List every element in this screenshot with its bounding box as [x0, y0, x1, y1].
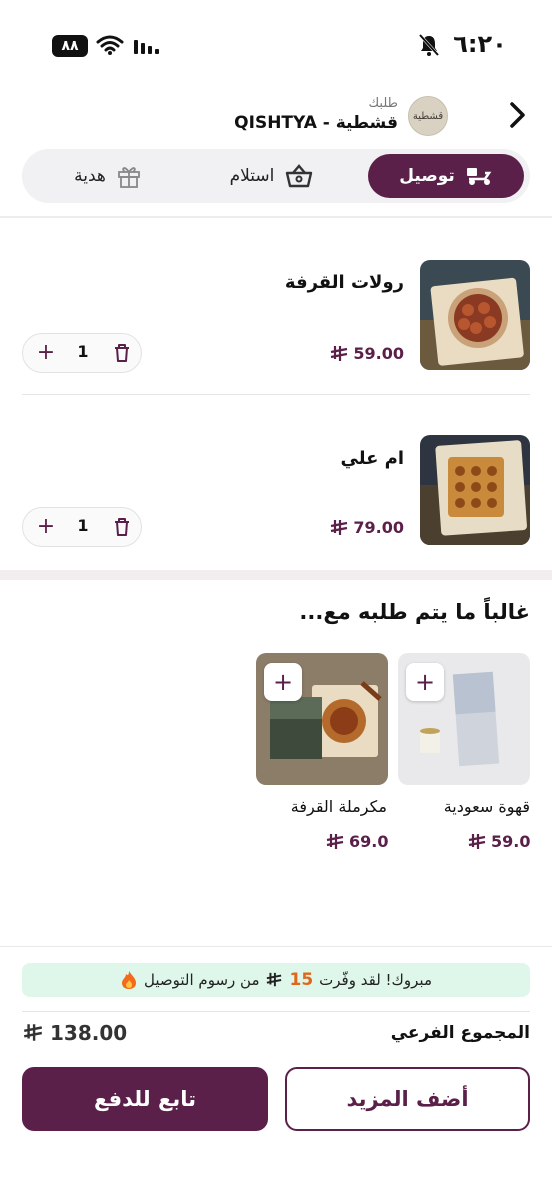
tab-pickup-label: استلام [229, 166, 275, 186]
subtotal-value: 138.00 [22, 1021, 127, 1045]
suggestion-price-value: 69.0 [349, 832, 389, 851]
suggestion-card[interactable]: + [398, 653, 530, 785]
riyal-icon [267, 972, 282, 987]
promo-suffix: من رسوم التوصيل [144, 971, 260, 989]
promo-prefix: مبروك! لقد وفّرت [319, 971, 432, 989]
increment-button[interactable]: + [33, 514, 59, 540]
clock: ٦:٢٠ [453, 30, 507, 58]
footer-divider [22, 1011, 530, 1012]
battery-indicator: ٨٨ [52, 35, 88, 57]
item-price-value: 59.00 [353, 344, 404, 363]
tab-pickup[interactable]: استلام [212, 154, 332, 198]
quantity-stepper: + 1 [22, 507, 142, 547]
tab-gift[interactable]: هدية [48, 154, 168, 198]
item-divider [22, 394, 530, 395]
delivery-mode-tabs: توصيل استلام هدية [22, 149, 530, 203]
trash-icon[interactable] [111, 342, 133, 364]
tab-gift-label: هدية [74, 166, 106, 186]
gift-icon [117, 167, 140, 188]
item-title: رولات القرفة [284, 272, 404, 293]
suggestion-name: قهوة سعودية [443, 797, 530, 816]
basket-icon [286, 164, 313, 188]
wifi-icon [96, 35, 124, 55]
subtotal-label: المجموع الفرعي [390, 1023, 530, 1043]
subtotal-amount: 138.00 [50, 1021, 128, 1045]
item-price: 59.00 [329, 344, 404, 363]
store-name: قشطية - QISHTYA [234, 113, 398, 133]
item-price-value: 79.00 [353, 518, 404, 537]
promo-amount: 15 [289, 970, 314, 990]
checkout-button[interactable]: تابع للدفع [22, 1067, 268, 1131]
item-image[interactable] [420, 260, 530, 370]
add-button[interactable]: + [264, 663, 302, 701]
increment-button[interactable]: + [33, 340, 59, 366]
quantity-value: 1 [77, 516, 89, 535]
header-divider [0, 216, 552, 218]
suggestion-price: 69.0 [325, 832, 388, 851]
status-bar: ٨٨ ٦:٢٠ [0, 0, 552, 90]
checkout-footer: مبروك! لقد وفّرت 15 من رسوم التوصيل المج… [0, 946, 552, 1200]
item-image[interactable] [420, 435, 530, 545]
quantity-value: 1 [77, 342, 89, 361]
fire-icon [122, 971, 136, 989]
add-button[interactable]: + [406, 663, 444, 701]
delivery-scooter-icon [466, 168, 492, 185]
trash-icon[interactable] [111, 516, 133, 538]
add-more-button[interactable]: أضف المزيد [285, 1067, 530, 1131]
promo-banner: مبروك! لقد وفّرت 15 من رسوم التوصيل [22, 963, 530, 997]
suggestion-price-value: 59.0 [491, 832, 531, 851]
suggestion-name: مكرملة القرفة [290, 797, 387, 816]
tab-delivery[interactable]: توصيل [368, 154, 524, 198]
store-logo: قشطية [408, 96, 448, 136]
riyal-icon [468, 833, 486, 849]
quantity-stepper: + 1 [22, 333, 142, 373]
suggestion-price: 59.0 [467, 832, 530, 851]
item-price: 79.00 [329, 518, 404, 537]
tab-delivery-label: توصيل [399, 166, 455, 186]
riyal-icon [326, 833, 344, 849]
riyal-icon [331, 345, 348, 361]
item-title: ام علي [340, 448, 404, 469]
suggestions-title: غالباً ما يتم طلبه مع... [299, 600, 530, 624]
riyal-icon [331, 519, 348, 535]
section-separator [0, 570, 552, 580]
suggestion-card[interactable]: + [256, 653, 388, 785]
chevron-right-icon[interactable] [500, 98, 534, 132]
riyal-icon [23, 1024, 43, 1041]
header-subtitle: طلبك [368, 96, 398, 111]
cellular-signal-icon [134, 40, 159, 54]
bell-muted-icon [418, 33, 440, 57]
